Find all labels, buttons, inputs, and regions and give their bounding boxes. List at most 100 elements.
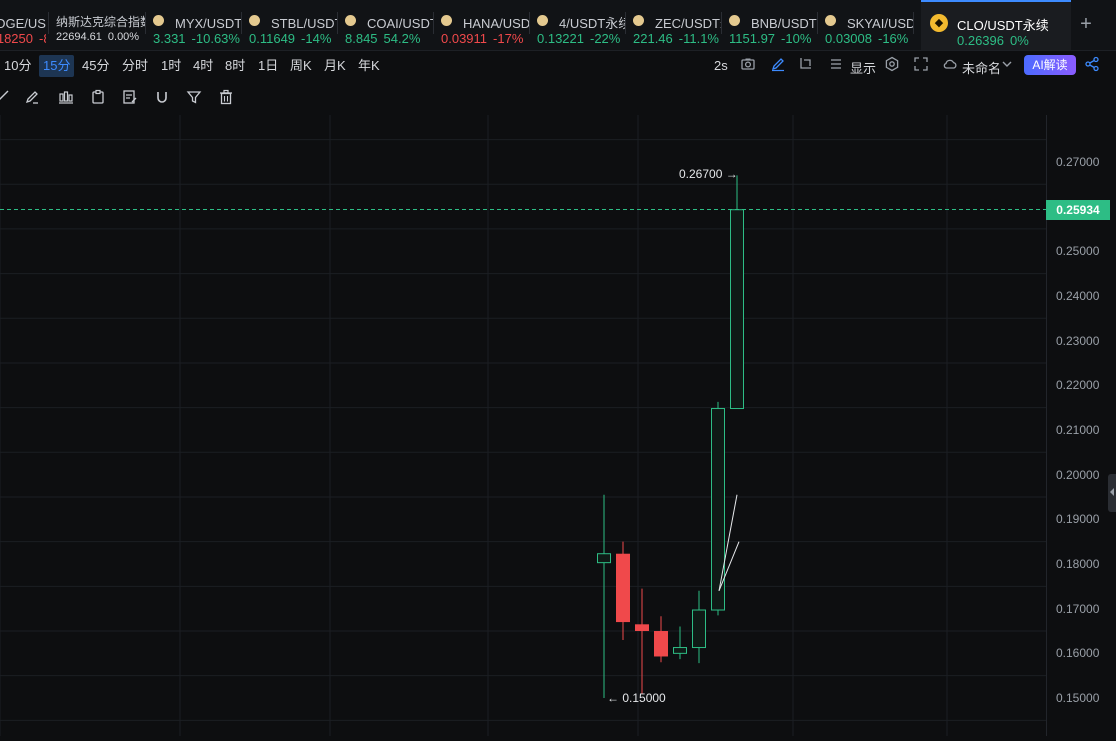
timeframe-5[interactable]: 4时: [189, 55, 217, 77]
ticker-tab[interactable]: SKYAI/USDT永续0.03008 -16%: [825, 0, 913, 50]
magnet-tool-icon[interactable]: [154, 89, 170, 105]
coin-icon: [729, 15, 740, 26]
ticker-symbol: DOGE/USDT永续: [0, 16, 46, 31]
ticker-change: 0%: [1010, 33, 1029, 48]
price-axis-label: 0.21000: [1056, 422, 1100, 437]
chevron-down-icon[interactable]: [1001, 58, 1013, 70]
layout-name[interactable]: 未命名: [962, 58, 1001, 77]
refresh-interval[interactable]: 2s: [714, 58, 728, 73]
clipboard-tool-icon[interactable]: [90, 89, 106, 105]
ticker-price: 8.845: [345, 31, 378, 46]
candle-body-down: [654, 631, 668, 657]
bnb-icon: ◆: [930, 14, 948, 32]
ticker-tab[interactable]: ZEC/USDT永续221.46 -11.1%: [633, 0, 721, 50]
timeframe-6[interactable]: 8时: [221, 55, 249, 77]
coin-icon: [441, 15, 452, 26]
ticker-divider: [625, 12, 626, 34]
ticker-change: 0.00%: [107, 31, 140, 43]
candle-body-up: [711, 408, 725, 611]
trash-icon[interactable]: [218, 89, 234, 105]
share-icon[interactable]: [1084, 56, 1100, 72]
ticker-divider: [721, 12, 722, 34]
ticker-change: -10.63%: [191, 31, 240, 46]
timeframe-0[interactable]: 10分: [0, 55, 35, 77]
current-price-tag: 0.25934: [1046, 199, 1110, 220]
display-button[interactable]: 显示: [850, 58, 876, 77]
coin-icon: [249, 15, 260, 26]
ticker-price: 3.331: [153, 31, 186, 46]
brush-tool-icon[interactable]: [24, 89, 40, 105]
ticker-divider: [913, 12, 914, 34]
camera-icon[interactable]: [740, 56, 756, 72]
ticker-symbol: ZEC/USDT永续: [655, 16, 721, 31]
ticker-change: -16%: [878, 31, 909, 46]
price-axis-label: 0.24000: [1056, 288, 1100, 303]
ticker-divider: [817, 12, 818, 34]
ticker-tab[interactable]: BNB/USDT永续1151.97 -10%: [729, 0, 817, 50]
add-tab-button[interactable]: +: [1076, 14, 1096, 34]
filter-tool-icon[interactable]: [186, 89, 202, 105]
pencil-icon[interactable]: [770, 56, 786, 72]
candle-body-up: [692, 609, 706, 649]
timeframe-2[interactable]: 45分: [78, 55, 113, 77]
timeframe-3[interactable]: 分时: [118, 55, 152, 77]
ticker-symbol: 4/USDT永续: [559, 16, 625, 31]
note-tool-icon[interactable]: [122, 89, 138, 105]
ticker-change: -11.1%: [678, 31, 719, 46]
ticker-tab[interactable]: STBL/USDT永续0.11649 -14%: [249, 0, 337, 50]
cloud-icon[interactable]: [942, 56, 958, 72]
ticker-tab[interactable]: DOGE/USDT永续0.18250 -8.5%: [0, 0, 46, 50]
price-axis-label: 0.20000: [1056, 467, 1100, 482]
candle-tool-icon[interactable]: [58, 89, 74, 105]
ticker-tab[interactable]: 4/USDT永续 0.13221 -22%: [537, 0, 625, 50]
timeframe-4[interactable]: 1时: [157, 55, 185, 77]
ticker-tab[interactable]: COAI/USDT永续8.845 54.2%: [345, 0, 433, 50]
ticker-price: 1151.97: [729, 31, 776, 46]
ticker-change: -8.5%: [39, 31, 46, 46]
ticker-symbol: COAI/USDT永续: [367, 16, 433, 31]
ticker-symbol: MYX/USDT永续: [175, 16, 241, 31]
price-axis-label: 0.25000: [1056, 244, 1100, 259]
timeframe-9[interactable]: 月K: [320, 55, 350, 77]
crop-icon[interactable]: [798, 56, 814, 72]
ticker-divider: [241, 12, 242, 34]
candle-body-down: [635, 624, 649, 632]
timeframe-10[interactable]: 年K: [354, 55, 384, 77]
ticker-price: 0.26396: [957, 33, 1004, 48]
ticker-price: 0.13221: [537, 31, 584, 46]
low-price-annotation: ← 0.15000: [607, 691, 666, 706]
list-icon[interactable]: [828, 56, 844, 72]
candle-body-down: [616, 553, 630, 623]
timeframe-7[interactable]: 1日: [254, 55, 282, 77]
drawing-toolbar: [0, 85, 260, 111]
ticker-change: -14%: [301, 31, 332, 46]
ticker-tab[interactable]: ◆ CLO/USDT永续 0.26396 0%: [921, 0, 1071, 50]
candlestick-chart[interactable]: [0, 115, 1046, 736]
timeframe-8[interactable]: 周K: [286, 55, 316, 77]
line-tool-icon[interactable]: [0, 89, 10, 105]
timeframe-1[interactable]: 15分: [39, 55, 75, 77]
coin-icon: [633, 15, 644, 26]
price-axis-label: 0.22000: [1056, 378, 1100, 393]
ticker-symbol: BNB/USDT永续: [751, 16, 817, 31]
ticker-tab[interactable]: HANA/USDT永续0.03911 -17%: [441, 0, 529, 50]
coin-icon: [345, 15, 356, 26]
ticker-tab[interactable]: MYX/USDT永续3.331 -10.63%: [153, 0, 241, 50]
ticker-symbol: CLO/USDT永续: [957, 18, 1049, 33]
gear-icon[interactable]: [884, 56, 900, 72]
ticker-symbol: 纳斯达克综合指数: [56, 15, 146, 29]
ticker-price: 0.03008: [825, 31, 872, 46]
ticker-price: 0.03911: [441, 31, 488, 46]
ai-interpret-button[interactable]: AI解读: [1024, 55, 1076, 75]
candle-body-up: [673, 647, 687, 654]
expand-panel-handle[interactable]: [1108, 474, 1116, 512]
high-price-annotation: 0.26700 →: [679, 167, 738, 182]
ticker-tab[interactable]: 纳斯达克综合指数 22694.61 0.00%: [56, 0, 146, 50]
chart-canvas[interactable]: [0, 115, 1046, 736]
coin-icon: [825, 15, 836, 26]
price-axis-label: 0.27000: [1056, 154, 1100, 169]
fullscreen-icon[interactable]: [913, 56, 929, 72]
ticker-symbol: SKYAI/USDT永续: [847, 16, 913, 31]
price-axis-label: 0.23000: [1056, 333, 1100, 348]
price-axis-label: 0.16000: [1056, 646, 1100, 661]
